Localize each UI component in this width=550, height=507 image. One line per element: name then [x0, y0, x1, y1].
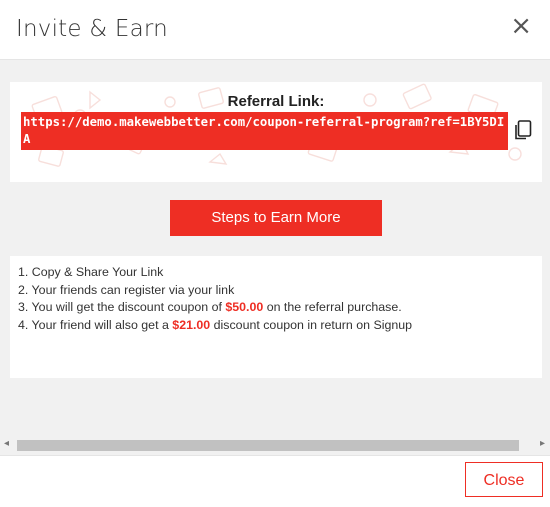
step-3-text: 3. You will get the discount coupon of	[18, 300, 226, 315]
scroll-right-arrow-icon[interactable]: ▸	[540, 438, 545, 449]
step-2: 2. Your friends can register via your li…	[18, 282, 235, 297]
close-button[interactable]: Close	[465, 462, 543, 497]
horizontal-scrollbar[interactable]: ◂ ▸	[0, 437, 550, 454]
referral-link-text[interactable]: https://demo.makewebbetter.com/coupon-re…	[21, 112, 508, 150]
steps-list: 1. Copy & Share Your Link 2. Your friend…	[18, 264, 418, 334]
step-4: 4. Your friend will also get a $21.00 di…	[18, 317, 418, 335]
close-icon[interactable]: ×	[510, 13, 532, 39]
steps-card: 1. Copy & Share Your Link 2. Your friend…	[10, 256, 542, 378]
referral-amount: $50.00	[225, 300, 264, 315]
step-4-text: 4. Your friend will also get a	[18, 317, 173, 332]
referral-card: Referral Link: https://demo.makewebbette…	[10, 82, 542, 182]
modal-header: Invite & Earn ×	[0, 0, 550, 60]
signup-amount: $21.00	[172, 317, 211, 332]
steps-to-earn-more-button[interactable]: Steps to Earn More	[170, 200, 382, 236]
step-4-text-end: discount coupon in return on Signup	[210, 317, 413, 332]
invite-earn-modal: Invite & Earn × Referral Link: https://d…	[0, 0, 550, 507]
step-3-text-end: on the referral purchase.	[263, 300, 402, 315]
copy-icon[interactable]	[514, 120, 532, 140]
step-1: 1. Copy & Share Your Link	[18, 265, 164, 279]
modal-title: Invite & Earn	[16, 16, 168, 42]
step-3: 3. You will get the discount coupon of $…	[18, 299, 418, 317]
scroll-left-arrow-icon[interactable]: ◂	[4, 438, 9, 449]
modal-footer: Close	[0, 455, 550, 507]
scrollbar-thumb[interactable]	[17, 440, 519, 451]
referral-link-heading: Referral Link:	[227, 93, 325, 110]
modal-body: Referral Link: https://demo.makewebbette…	[0, 60, 550, 455]
